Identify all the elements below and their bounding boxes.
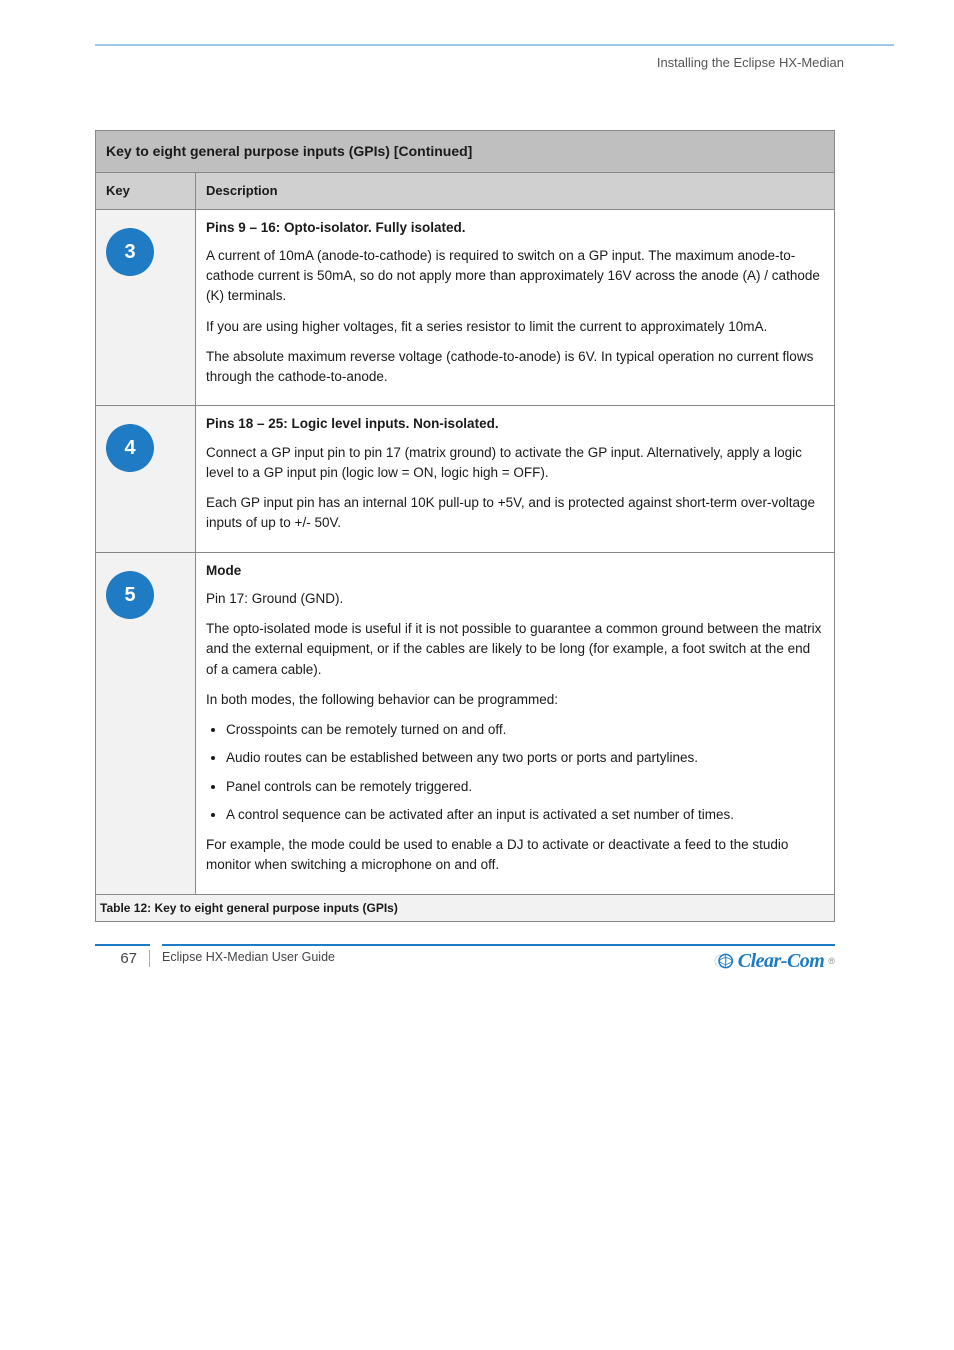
desc-body: A current of 10mA (anode-to-cathode) is … [206, 246, 824, 388]
page-number: 67 [95, 950, 150, 967]
key-circle-icon: 4 [106, 424, 154, 472]
globe-icon [714, 951, 734, 971]
table-caption-row: Table 12: Key to eight general purpose i… [96, 894, 835, 921]
key-cell: 4 [96, 406, 196, 552]
header-divider [95, 44, 894, 46]
key-cell: 3 [96, 209, 196, 406]
key-circle-icon: 3 [106, 228, 154, 276]
desc-cell: Pins 9 – 16: Opto-isolator. Fully isolat… [196, 209, 835, 406]
logo-text: Clear-Com [738, 950, 825, 973]
footer-divider-right [162, 944, 835, 946]
table-title: Key to eight general purpose inputs (GPI… [96, 131, 835, 173]
page-footer: 67 Eclipse HX-Median User Guide Clear-Co… [95, 944, 835, 973]
desc-title: Pins 18 – 25: Logic level inputs. Non-is… [206, 414, 824, 434]
table-caption: Table 12: Key to eight general purpose i… [96, 894, 835, 921]
gpi-table: Key to eight general purpose inputs (GPI… [95, 130, 835, 922]
desc-cell: Pins 18 – 25: Logic level inputs. Non-is… [196, 406, 835, 552]
desc-cell: Mode Pin 17: Ground (GND).The opto-isola… [196, 552, 835, 894]
header-label: Installing the Eclipse HX-Median [657, 55, 844, 70]
doc-title: Eclipse HX-Median User Guide [150, 950, 335, 964]
key-cell: 5 [96, 552, 196, 894]
col-header-key: Key [96, 173, 196, 210]
table-row: 5 Mode Pin 17: Ground (GND).The opto-iso… [96, 552, 835, 894]
table-title-row: Key to eight general purpose inputs (GPI… [96, 131, 835, 173]
desc-title: Pins 9 – 16: Opto-isolator. Fully isolat… [206, 218, 824, 238]
table-header-row: Key Description [96, 173, 835, 210]
desc-body: Connect a GP input pin to pin 17 (matrix… [206, 443, 824, 534]
table-row: 4 Pins 18 – 25: Logic level inputs. Non-… [96, 406, 835, 552]
desc-title: Mode [206, 561, 824, 581]
desc-body: Pin 17: Ground (GND).The opto-isolated m… [206, 589, 824, 876]
key-circle-icon: 5 [106, 571, 154, 619]
col-header-desc: Description [196, 173, 835, 210]
footer-divider-left [95, 944, 150, 946]
brand-logo: Clear-Com ® [714, 950, 835, 973]
table-row: 3 Pins 9 – 16: Opto-isolator. Fully isol… [96, 209, 835, 406]
registered-mark: ® [828, 956, 835, 966]
